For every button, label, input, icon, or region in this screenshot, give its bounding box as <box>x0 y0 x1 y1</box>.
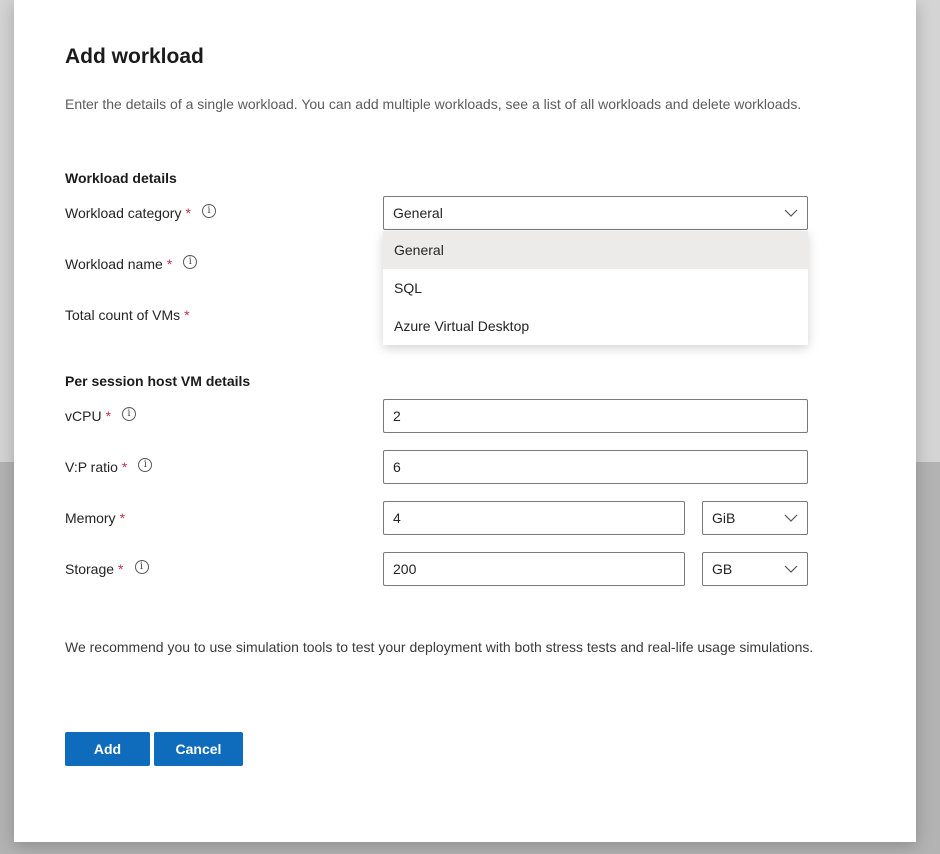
workload-category-label-text: Workload category <box>65 205 182 221</box>
required-marker: * <box>166 256 173 272</box>
required-marker: * <box>118 561 124 577</box>
cancel-button[interactable]: Cancel <box>154 732 243 766</box>
required-marker: * <box>105 408 112 424</box>
dropdown-option-azure-virtual-desktop[interactable]: Azure Virtual Desktop <box>383 307 808 345</box>
vm-count-label: Total count of VMs * <box>65 307 190 323</box>
workload-category-select[interactable]: General <box>383 196 808 230</box>
workload-category-label: Workload category * i <box>65 204 216 221</box>
storage-input[interactable]: 200 <box>383 552 685 586</box>
storage-label-text: Storage <box>65 561 115 577</box>
info-icon[interactable]: i <box>183 255 198 269</box>
vcpu-label: vCPU * i <box>65 407 137 424</box>
recommendation-note: We recommend you to use simulation tools… <box>65 639 814 655</box>
workload-category-value: General <box>393 205 443 221</box>
storage-label: Storage * i <box>65 560 149 577</box>
memory-label: Memory * <box>65 510 125 526</box>
dialog-title: Add workload <box>65 45 204 68</box>
vm-count-label-text: Total count of VMs <box>65 307 181 323</box>
dropdown-option-general[interactable]: General <box>383 231 808 269</box>
required-marker: * <box>119 510 126 526</box>
vcpu-label-text: vCPU <box>65 408 102 424</box>
chevron-down-icon <box>784 209 798 217</box>
info-icon[interactable]: i <box>122 407 137 421</box>
chevron-down-icon <box>784 565 798 573</box>
vp-ratio-input[interactable]: 6 <box>383 450 808 484</box>
info-icon[interactable]: i <box>134 560 149 574</box>
vcpu-input[interactable]: 2 <box>383 399 808 433</box>
workload-details-heading: Workload details <box>65 170 177 186</box>
workload-category-dropdown: General SQL Azure Virtual Desktop <box>383 231 808 345</box>
vp-ratio-label-text: V:P ratio <box>65 459 118 475</box>
required-marker: * <box>185 205 191 221</box>
memory-input[interactable]: 4 <box>383 501 685 535</box>
storage-unit-value: GB <box>712 561 733 577</box>
memory-unit-value: GiB <box>712 510 736 526</box>
workload-name-label: Workload name * i <box>65 255 198 272</box>
add-workload-dialog: Add workload Enter the details of a sing… <box>14 0 916 842</box>
workload-name-label-text: Workload name <box>65 256 163 272</box>
memory-unit-select[interactable]: GiB <box>702 501 808 535</box>
storage-unit-select[interactable]: GB <box>702 552 808 586</box>
vm-details-heading: Per session host VM details <box>65 373 251 389</box>
add-button[interactable]: Add <box>65 732 150 766</box>
chevron-down-icon <box>784 514 798 522</box>
vp-ratio-label: V:P ratio * i <box>65 458 153 475</box>
info-icon[interactable]: i <box>201 204 216 218</box>
required-marker: * <box>184 307 190 323</box>
dropdown-option-sql[interactable]: SQL <box>383 269 808 307</box>
info-icon[interactable]: i <box>138 458 153 472</box>
memory-label-text: Memory <box>65 510 116 526</box>
required-marker: * <box>121 459 128 475</box>
dialog-description: Enter the details of a single workload. … <box>65 96 802 112</box>
